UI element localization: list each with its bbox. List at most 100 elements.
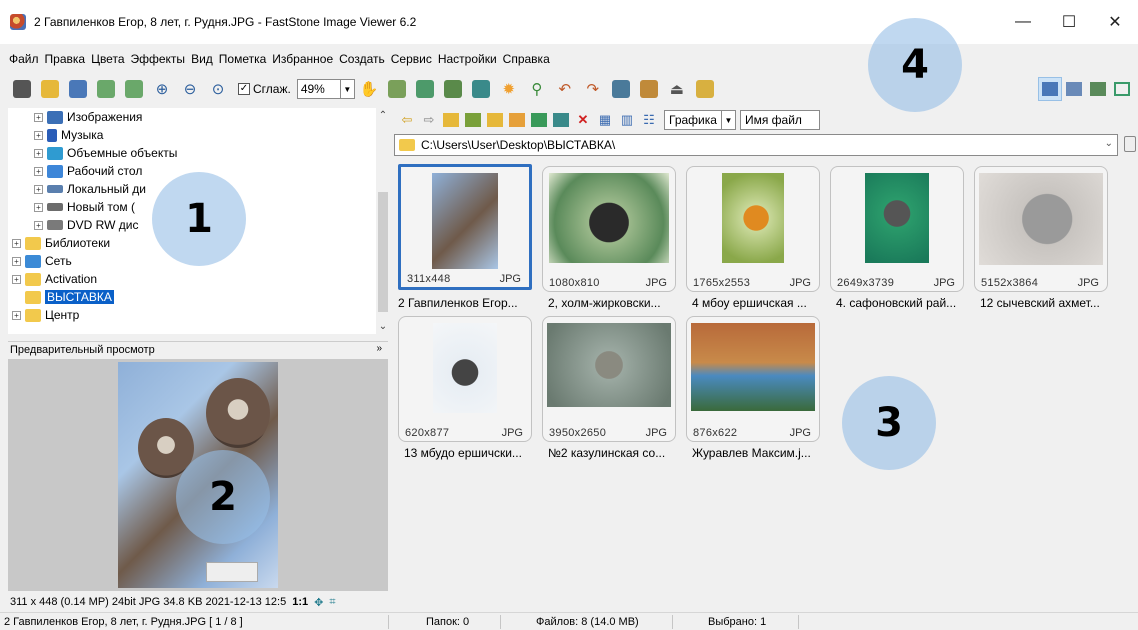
- menu-help[interactable]: Справка: [500, 52, 553, 66]
- color-adjust-icon[interactable]: [467, 75, 495, 103]
- thumbnail-card[interactable]: 311x448 JPG: [398, 164, 532, 290]
- prev-image-icon[interactable]: [92, 75, 120, 103]
- open-file-icon[interactable]: [36, 75, 64, 103]
- expand-icon[interactable]: +: [12, 274, 21, 284]
- zoom-dropdown-icon[interactable]: ▼: [340, 79, 355, 99]
- filmstrip-icon[interactable]: [383, 75, 411, 103]
- thumbnail-card[interactable]: 3950x2650 JPG: [542, 316, 676, 442]
- email-icon[interactable]: [691, 75, 719, 103]
- menu-tag[interactable]: Пометка: [216, 52, 270, 66]
- hand-tool-icon[interactable]: ✋: [355, 75, 383, 103]
- collapse-chevron-icon[interactable]: »: [376, 343, 382, 354]
- tree-item-images[interactable]: + Изображения: [34, 108, 142, 126]
- smooth-checkbox[interactable]: ✓ Сглаж.: [238, 82, 291, 96]
- compare-icon[interactable]: [607, 75, 635, 103]
- next-image-icon[interactable]: [120, 75, 148, 103]
- tree-item-new-volume[interactable]: + Новый том (: [34, 198, 135, 216]
- favorites-folder-icon[interactable]: [506, 109, 528, 131]
- zoom-in-icon[interactable]: ⊕: [148, 75, 176, 103]
- view-details-icon[interactable]: ▥: [616, 109, 638, 131]
- forward-arrow-icon[interactable]: ⇨: [418, 109, 440, 131]
- sun-effects-icon[interactable]: ✹: [495, 75, 523, 103]
- fullscreen-icon[interactable]: [1110, 77, 1134, 101]
- slideshow-icon[interactable]: [635, 75, 663, 103]
- tree-item-local-disk[interactable]: + Локальный ди: [34, 180, 146, 198]
- scanner-icon[interactable]: ⏏: [663, 75, 691, 103]
- expand-icon[interactable]: +: [34, 130, 43, 140]
- filter-dropdown-icon[interactable]: ▼: [721, 110, 736, 130]
- tree-item-libraries[interactable]: + Библиотеки: [12, 234, 110, 252]
- menu-settings[interactable]: Настройки: [435, 52, 500, 66]
- expand-icon[interactable]: +: [34, 148, 43, 158]
- path-dropdown-icon[interactable]: ⌄: [1105, 138, 1113, 149]
- save-icon[interactable]: [64, 75, 92, 103]
- scrollbar-thumb[interactable]: [378, 192, 388, 312]
- tree-item-music[interactable]: + Музыка: [34, 126, 103, 144]
- menu-colors[interactable]: Цвета: [88, 52, 127, 66]
- rotate-left-icon[interactable]: ↶: [551, 75, 579, 103]
- expand-icon[interactable]: +: [12, 310, 21, 320]
- menu-create[interactable]: Создать: [336, 52, 388, 66]
- thumbnail-card[interactable]: 5152x3864 JPG: [974, 166, 1108, 292]
- new-folder-icon[interactable]: [484, 109, 506, 131]
- menu-file[interactable]: Файл: [6, 52, 42, 66]
- tree-item-network[interactable]: + Сеть: [12, 252, 72, 270]
- zoom-out-icon[interactable]: ⊖: [176, 75, 204, 103]
- filter-type-select[interactable]: Графика: [664, 110, 722, 130]
- up-folder-icon[interactable]: [440, 109, 462, 131]
- delete-icon[interactable]: ✕: [572, 109, 594, 131]
- move-to-icon[interactable]: [550, 109, 572, 131]
- sort-by-select[interactable]: Имя файл: [739, 110, 820, 130]
- resize-icon[interactable]: [411, 75, 439, 103]
- expand-icon[interactable]: +: [12, 256, 21, 266]
- layout-explorer-icon[interactable]: [1062, 77, 1086, 101]
- menu-tools[interactable]: Сервис: [388, 52, 435, 66]
- close-button[interactable]: ✕: [1092, 0, 1138, 44]
- tree-item-vystavka[interactable]: ВЫСТАВКА: [25, 288, 114, 306]
- thumbnail-card[interactable]: 1080x810 JPG: [542, 166, 676, 292]
- fit-window-icon[interactable]: ⌗: [329, 596, 335, 609]
- thumbnail-card[interactable]: 2649x3739 JPG: [830, 166, 964, 292]
- refresh-folder-icon[interactable]: [462, 109, 484, 131]
- expand-icon[interactable]: +: [34, 220, 43, 230]
- tree-item-dvd[interactable]: + DVD RW дис: [34, 216, 138, 234]
- actual-size-button[interactable]: 1:1: [292, 596, 308, 608]
- menu-effects[interactable]: Эффекты: [128, 52, 189, 66]
- scroll-up-icon[interactable]: ⌃: [376, 110, 390, 121]
- path-bar[interactable]: C:\Users\User\Desktop\ВЫСТАВКА\ ⌄: [394, 134, 1118, 156]
- camera-icon[interactable]: [8, 75, 36, 103]
- expand-icon[interactable]: +: [34, 166, 43, 176]
- scroll-down-icon[interactable]: ⌄: [376, 321, 390, 332]
- crop-icon[interactable]: [439, 75, 467, 103]
- trash-icon[interactable]: [1124, 136, 1136, 152]
- menu-favorites[interactable]: Избранное: [269, 52, 336, 66]
- menu-edit[interactable]: Правка: [42, 52, 89, 66]
- thumbnail-card[interactable]: 1765x2553 JPG: [686, 166, 820, 292]
- minimize-button[interactable]: —: [1000, 0, 1046, 44]
- expand-icon[interactable]: +: [34, 184, 43, 194]
- fit-icon[interactable]: ✥: [314, 596, 323, 609]
- rotate-right-icon[interactable]: ↷: [579, 75, 607, 103]
- actual-size-icon[interactable]: ⊙: [204, 75, 232, 103]
- tree-item-activation[interactable]: + Activation: [12, 270, 97, 288]
- tree-item-desktop[interactable]: + Рабочий стол: [34, 162, 142, 180]
- back-arrow-icon[interactable]: ⇦: [396, 109, 418, 131]
- expand-icon[interactable]: +: [34, 202, 43, 212]
- smooth-checkbox-box[interactable]: ✓: [238, 83, 250, 95]
- layout-preview-icon[interactable]: [1086, 77, 1110, 101]
- menu-view[interactable]: Вид: [188, 52, 216, 66]
- layout-thumbnails-icon[interactable]: [1038, 77, 1062, 101]
- tree-item-3d-objects[interactable]: + Объемные объекты: [34, 144, 177, 162]
- zoom-input[interactable]: 49%: [296, 79, 341, 99]
- thumbnail-card[interactable]: 620x877 JPG: [398, 316, 532, 442]
- user-stamp-icon[interactable]: ⚲: [523, 75, 551, 103]
- maximize-button[interactable]: ☐: [1046, 0, 1092, 44]
- tree-scrollbar[interactable]: ⌃ ⌄: [376, 108, 390, 334]
- tree-item-center[interactable]: + Центр: [12, 306, 79, 324]
- copy-to-icon[interactable]: [528, 109, 550, 131]
- thumbnail-card[interactable]: 876x622 JPG: [686, 316, 820, 442]
- expand-icon[interactable]: +: [12, 238, 21, 248]
- view-list-icon[interactable]: ☷: [638, 109, 660, 131]
- expand-icon[interactable]: +: [34, 112, 43, 122]
- view-grid-icon[interactable]: ▦: [594, 109, 616, 131]
